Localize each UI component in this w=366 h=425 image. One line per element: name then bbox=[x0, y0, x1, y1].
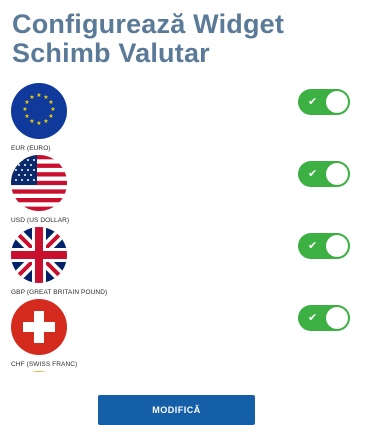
toggle-knob bbox=[326, 235, 348, 257]
gbp-toggle[interactable]: ✔ bbox=[298, 233, 350, 259]
check-icon: ✔ bbox=[308, 239, 318, 252]
currency-label: EUR (EURO) bbox=[11, 145, 51, 152]
check-icon: ✔ bbox=[308, 311, 318, 324]
svg-text:★: ★ bbox=[48, 113, 53, 120]
toggle-knob bbox=[326, 91, 348, 113]
svg-text:★: ★ bbox=[48, 99, 53, 106]
svg-text:★: ★ bbox=[50, 106, 55, 113]
svg-text:★: ★ bbox=[36, 92, 41, 99]
currency-row-chf: ✔ CHF (SWISS FRANC) bbox=[0, 299, 366, 371]
currency-list[interactable]: ★ ★ ★ ★ ★ ★ ★ ★ ★ ★ ★ ★ ✔ EUR (EURO) ✔ U… bbox=[0, 80, 366, 372]
currency-label: GBP (GREAT BRITAIN POUND) bbox=[11, 289, 108, 296]
toggle-knob bbox=[326, 163, 348, 185]
us-flag-icon bbox=[11, 155, 67, 211]
currency-row-eur: ★ ★ ★ ★ ★ ★ ★ ★ ★ ★ ★ ★ ✔ EUR (EURO) bbox=[0, 83, 366, 155]
modify-button[interactable]: MODIFICĂ bbox=[98, 395, 255, 425]
chf-toggle[interactable]: ✔ bbox=[298, 305, 350, 331]
next-flag-icon bbox=[11, 371, 67, 372]
svg-text:★: ★ bbox=[22, 106, 27, 113]
svg-text:★: ★ bbox=[36, 120, 41, 127]
currency-label: CHF (SWISS FRANC) bbox=[11, 361, 78, 368]
svg-text:★: ★ bbox=[29, 118, 34, 125]
currency-row-partial bbox=[0, 371, 366, 372]
currency-row-usd: ✔ USD (US DOLLAR) bbox=[0, 155, 366, 227]
svg-text:★: ★ bbox=[29, 94, 34, 101]
eu-flag-icon: ★ ★ ★ ★ ★ ★ ★ ★ ★ ★ ★ ★ bbox=[11, 83, 67, 139]
currency-row-gbp: ✔ GBP (GREAT BRITAIN POUND) bbox=[0, 227, 366, 299]
svg-text:★: ★ bbox=[24, 113, 29, 120]
swiss-flag-icon bbox=[11, 299, 67, 355]
check-icon: ✔ bbox=[308, 167, 318, 180]
toggle-knob bbox=[326, 307, 348, 329]
svg-text:★: ★ bbox=[43, 118, 48, 125]
uk-flag-icon bbox=[11, 227, 67, 283]
page-title: Configurează Widget Schimb Valutar bbox=[12, 9, 285, 68]
eur-toggle[interactable]: ✔ bbox=[298, 89, 350, 115]
usd-toggle[interactable]: ✔ bbox=[298, 161, 350, 187]
currency-label: USD (US DOLLAR) bbox=[11, 217, 70, 224]
check-icon: ✔ bbox=[308, 95, 318, 108]
